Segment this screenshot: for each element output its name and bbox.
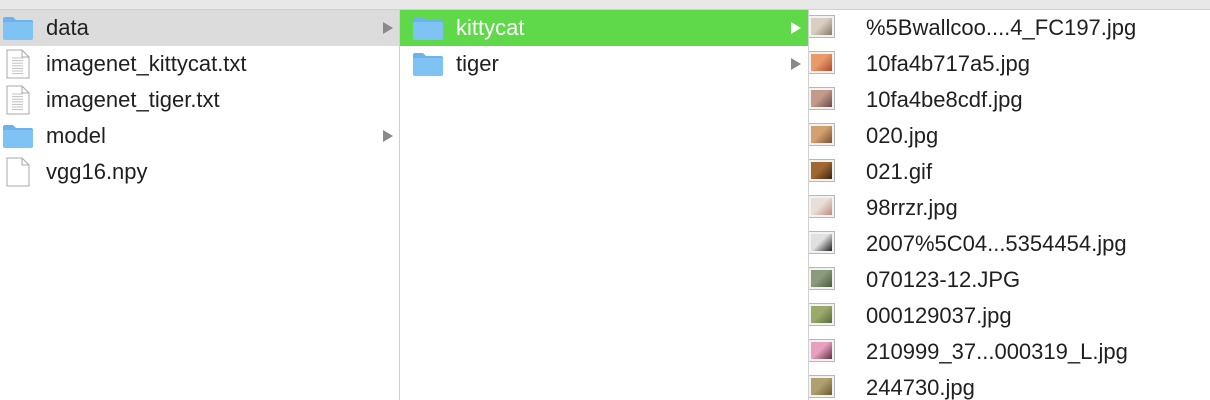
- folder-icon: [2, 122, 34, 155]
- image-thumbnail-icon: [809, 196, 834, 217]
- item-name: 000129037.jpg: [866, 303, 1012, 328]
- item-name: 244730.jpg: [866, 375, 975, 400]
- file-row[interactable]: 10fa4be8cdf.jpg: [809, 82, 1210, 118]
- file-row[interactable]: 98rrzr.jpg: [809, 190, 1210, 226]
- item-name: 10fa4be8cdf.jpg: [866, 87, 1023, 112]
- disclosure-arrow-icon: [791, 58, 801, 70]
- file-row[interactable]: 070123-12.JPG: [809, 262, 1210, 298]
- file-row[interactable]: 021.gif: [809, 154, 1210, 190]
- file-row[interactable]: 020.jpg: [809, 118, 1210, 154]
- image-thumbnail-icon: [809, 160, 834, 181]
- file-row[interactable]: 10fa4b717a5.jpg: [809, 46, 1210, 82]
- disclosure-arrow-icon: [383, 22, 393, 34]
- column-root[interactable]: data imagenet_kittycat.txt imagenet_tiger.…: [0, 10, 399, 400]
- item-name: kittycat: [456, 15, 525, 40]
- column-data[interactable]: kittycat tiger: [400, 10, 808, 400]
- disclosure-arrow-icon: [383, 130, 393, 142]
- item-name: 021.gif: [866, 159, 933, 184]
- text-file-icon: [6, 49, 30, 84]
- folder-row[interactable]: tiger: [400, 46, 808, 82]
- item-name: 210999_37...000319_L.jpg: [866, 339, 1128, 364]
- image-thumbnail-icon: [809, 16, 834, 37]
- image-thumbnail-icon: [809, 88, 834, 109]
- column-kittycat[interactable]: %5Bwallcoo....4_FC197.jpg 10fa4b717a5.jpg…: [809, 10, 1210, 400]
- file-row[interactable]: imagenet_tiger.txt: [0, 82, 399, 118]
- item-name: vgg16.npy: [46, 159, 148, 184]
- text-file-icon: [6, 85, 30, 120]
- file-row[interactable]: imagenet_kittycat.txt: [0, 46, 399, 82]
- folder-icon: [412, 50, 444, 83]
- folder-row[interactable]: model: [0, 118, 399, 154]
- window-top-edge: [0, 0, 1210, 10]
- image-thumbnail-icon: [809, 268, 834, 289]
- image-thumbnail-icon: [809, 52, 834, 73]
- disclosure-arrow-icon: [791, 22, 801, 34]
- folder-row[interactable]: kittycat: [400, 10, 808, 46]
- item-name: 98rrzr.jpg: [866, 195, 958, 220]
- item-name: model: [46, 123, 106, 148]
- file-row[interactable]: 210999_37...000319_L.jpg: [809, 334, 1210, 370]
- image-thumbnail-icon: [809, 340, 834, 361]
- item-name: imagenet_tiger.txt: [46, 87, 220, 112]
- image-thumbnail-icon: [809, 124, 834, 145]
- file-row[interactable]: 2007%5C04...5354454.jpg: [809, 226, 1210, 262]
- folder-row[interactable]: data: [0, 10, 399, 46]
- item-name: tiger: [456, 51, 499, 76]
- image-thumbnail-icon: [809, 376, 834, 397]
- image-thumbnail-icon: [809, 232, 834, 253]
- item-name: 10fa4b717a5.jpg: [866, 51, 1030, 76]
- item-name: 020.jpg: [866, 123, 939, 148]
- file-row[interactable]: %5Bwallcoo....4_FC197.jpg: [809, 10, 1210, 46]
- file-row[interactable]: 000129037.jpg: [809, 298, 1210, 334]
- item-name: 070123-12.JPG: [866, 267, 1021, 292]
- item-name: 2007%5C04...5354454.jpg: [866, 231, 1127, 256]
- folder-icon: [2, 14, 34, 47]
- image-thumbnail-icon: [809, 304, 834, 325]
- file-row[interactable]: vgg16.npy: [0, 154, 399, 190]
- file-row[interactable]: 244730.jpg: [809, 370, 1210, 400]
- item-name: imagenet_kittycat.txt: [46, 51, 247, 76]
- item-name: %5Bwallcoo....4_FC197.jpg: [866, 15, 1137, 40]
- item-name: data: [46, 15, 89, 40]
- file-icon: [6, 157, 30, 192]
- folder-icon: [412, 14, 444, 47]
